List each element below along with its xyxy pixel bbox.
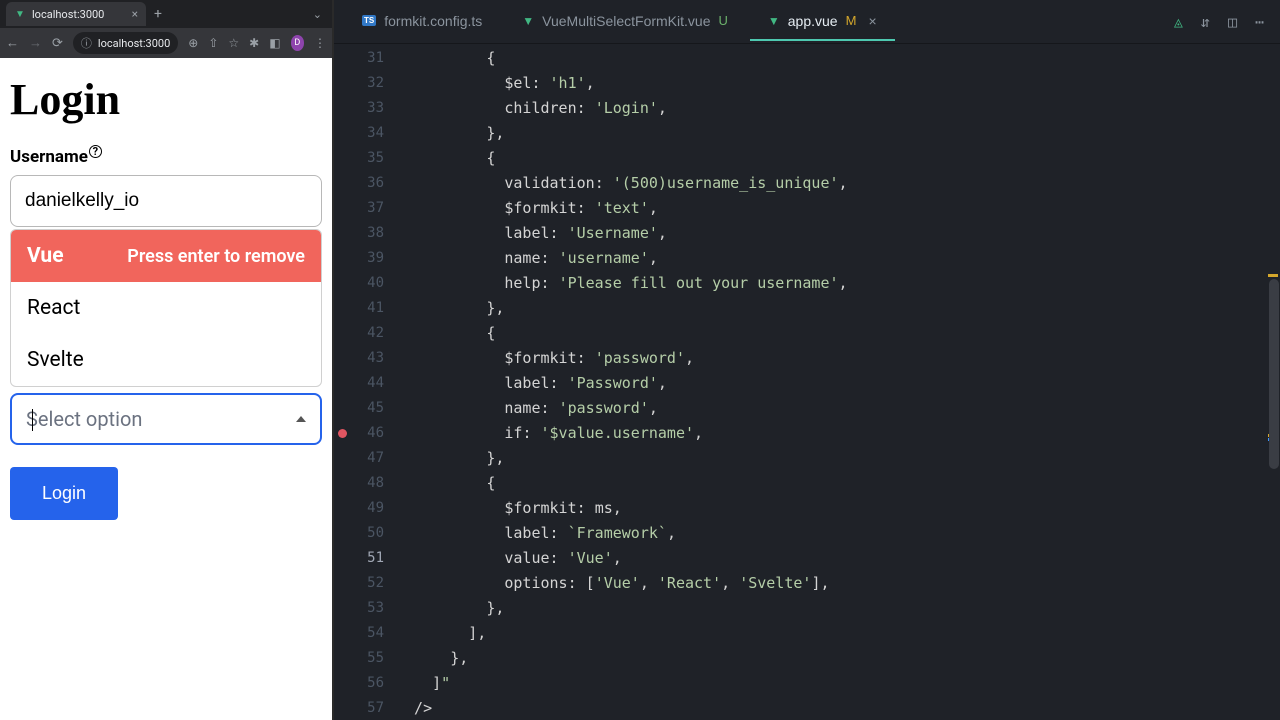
bookmark-icon[interactable]: ☆ (228, 36, 239, 50)
back-icon[interactable]: ← (6, 35, 19, 51)
dropdown-option[interactable]: Svelte (11, 334, 321, 386)
help-icon[interactable]: ? (89, 145, 102, 158)
share-icon[interactable]: ⇧ (208, 36, 218, 50)
option-label: React (27, 296, 80, 320)
close-tab-icon[interactable]: × (132, 7, 138, 21)
dropdown-option-selected[interactable]: Vue Press enter to remove (11, 230, 321, 282)
editor-actions: ◬ ⇵ ◫ ⋯ (1174, 13, 1280, 31)
browser-toolbar: ← → ⟳ ⓘ localhost:3000 ⊕ ⇧ ☆ ✱ ◧ D ⋮ (0, 28, 332, 58)
editor-tab[interactable]: ▼ VueMultiSelectFormKit.vue U (504, 3, 746, 41)
vue-icon: ▼ (768, 14, 780, 28)
select-input[interactable]: Select option (10, 393, 322, 445)
caret-up-icon (296, 416, 306, 422)
tab-strip: ▼ localhost:3000 × + ⌄ (0, 0, 332, 28)
scrollbar-track[interactable] (1266, 44, 1280, 720)
split-editor-icon[interactable]: ◫ (1228, 13, 1237, 31)
scrollbar-thumb[interactable] (1269, 279, 1279, 469)
site-info-icon[interactable]: ⓘ (81, 35, 92, 51)
editor-tab-active[interactable]: ▼ app.vue M × (750, 3, 895, 41)
breakpoint-gutter[interactable] (334, 44, 352, 720)
menu-icon[interactable]: ⋮ (314, 36, 326, 50)
profile-avatar[interactable]: D (291, 35, 304, 51)
code-area[interactable]: 3132333435363738394041424344454647484950… (334, 44, 1280, 720)
page-title: Login (10, 74, 322, 125)
forward-icon[interactable]: → (29, 35, 42, 51)
address-text: localhost:3000 (98, 37, 170, 50)
side-panel-icon[interactable]: ◧ (269, 36, 280, 50)
option-label: Vue (27, 244, 64, 268)
compare-icon[interactable]: ⇵ (1201, 13, 1210, 31)
multiselect-dropdown: Vue Press enter to remove React Svelte (10, 229, 322, 387)
run-icon[interactable]: ◬ (1174, 13, 1183, 31)
username-label: Username ? (10, 147, 322, 167)
extensions-icon[interactable]: ✱ (249, 36, 259, 50)
reload-icon[interactable]: ⟳ (52, 36, 63, 51)
close-tab-icon[interactable]: × (868, 13, 876, 29)
tab-label: app.vue (788, 13, 838, 29)
option-label: Svelte (27, 348, 84, 372)
more-actions-icon[interactable]: ⋯ (1255, 13, 1264, 31)
option-remove-hint: Press enter to remove (127, 246, 305, 267)
vue-favicon: ▼ (14, 8, 26, 20)
dropdown-option[interactable]: React (11, 282, 321, 334)
tabs-dropdown-icon[interactable]: ⌄ (303, 8, 332, 21)
tab-label: VueMultiSelectFormKit.vue (542, 13, 710, 29)
line-number-gutter: 3132333435363738394041424344454647484950… (352, 44, 396, 720)
git-status-modified: M (846, 13, 857, 28)
tab-title: localhost:3000 (32, 8, 104, 21)
minimap-marker (1268, 274, 1278, 277)
code-editor: TS formkit.config.ts ▼ VueMultiSelectFor… (334, 0, 1280, 720)
login-button[interactable]: Login (10, 467, 118, 520)
address-bar[interactable]: ⓘ localhost:3000 (73, 32, 178, 54)
breakpoint-icon[interactable] (338, 429, 347, 438)
typescript-icon: TS (362, 15, 376, 26)
username-input[interactable] (10, 175, 322, 227)
chrome-top: ▼ localhost:3000 × + ⌄ ← → ⟳ ⓘ localhost… (0, 0, 332, 58)
page-content: Login Username ? Vue Press enter to remo… (0, 58, 332, 720)
browser-tab[interactable]: ▼ localhost:3000 × (6, 2, 146, 26)
select-placeholder: Select option (26, 407, 142, 431)
editor-tab[interactable]: TS formkit.config.ts (344, 3, 500, 41)
git-status-untracked: U (718, 13, 727, 28)
tab-label: formkit.config.ts (384, 13, 482, 29)
browser-window: ▼ localhost:3000 × + ⌄ ← → ⟳ ⓘ localhost… (0, 0, 334, 720)
vue-icon: ▼ (522, 14, 534, 28)
new-tab-button[interactable]: + (146, 6, 170, 22)
editor-tabstrip: TS formkit.config.ts ▼ VueMultiSelectFor… (334, 0, 1280, 44)
zoom-icon[interactable]: ⊕ (188, 36, 198, 50)
code-content[interactable]: { $el: 'h1', children: 'Login', }, { val… (396, 44, 1280, 720)
text-caret (32, 409, 33, 431)
